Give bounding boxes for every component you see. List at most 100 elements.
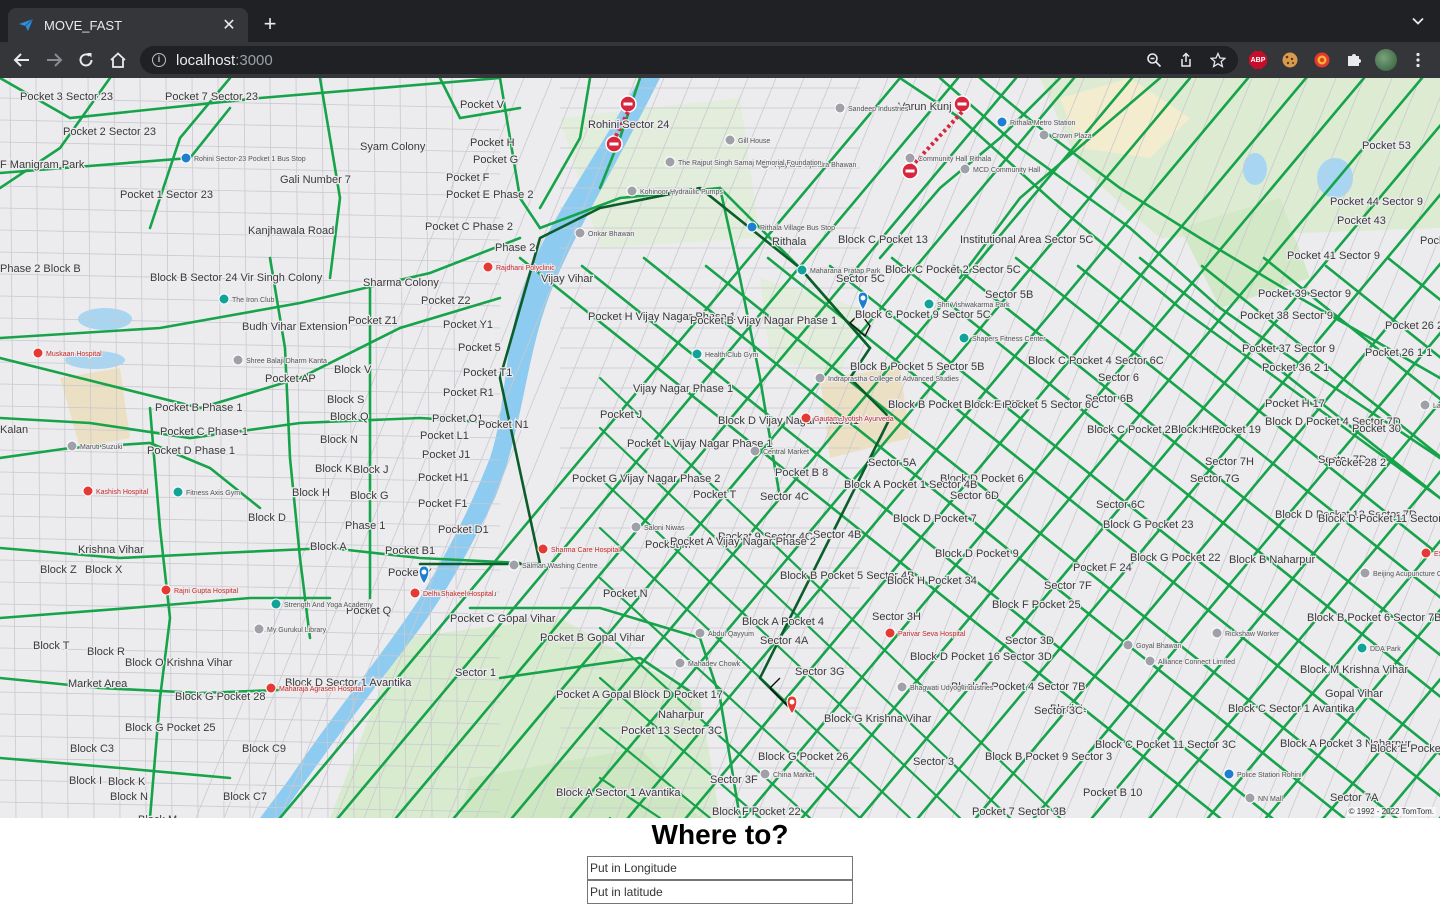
poi-marker[interactable]: Goyal Bhawan	[1122, 639, 1183, 651]
address-bar[interactable]: i localhost:3000	[140, 46, 1238, 74]
map-place-label: Phase 2 Block B	[0, 263, 81, 275]
poi-marker[interactable]: DDA Park	[1356, 642, 1402, 654]
poi-marker[interactable]: Gill House	[724, 134, 771, 146]
poi-marker[interactable]: Rithala Village Bus Stop	[746, 221, 836, 233]
poi-label: Muskaan Hospital	[46, 351, 102, 358]
back-button[interactable]	[10, 48, 34, 72]
poi-marker[interactable]: Rohini Sector-23 Pocket 1 Bus Stop	[180, 152, 307, 164]
map-place-label: Sector 3H	[872, 611, 921, 623]
origin-pin-icon[interactable]	[418, 565, 430, 585]
poi-marker[interactable]: NN Mall	[1244, 792, 1284, 804]
browser-tabstrip: MOVE_FAST ✕ +	[0, 0, 1440, 42]
poi-marker[interactable]: Abdul Qayyum	[694, 627, 755, 639]
poi-marker[interactable]: My Gurukul Library	[253, 623, 328, 635]
map-place-label: Pocket 46 S	[1420, 235, 1440, 247]
browser-tab[interactable]: MOVE_FAST ✕	[8, 8, 248, 42]
map-place-label: Gopal Vihar	[1325, 688, 1383, 700]
poi-marker[interactable]: Muskaan Hospital	[32, 347, 103, 359]
map-place-label: Block B Naharpur	[1229, 554, 1316, 566]
map-place-label: Block G	[350, 490, 389, 502]
origin-pin-icon[interactable]	[857, 291, 869, 311]
poi-marker[interactable]: Health Club Gym	[691, 348, 759, 360]
map-place-label: Block G Pocket 22	[1130, 552, 1221, 564]
new-tab-button[interactable]: +	[258, 12, 282, 36]
poi-label: Kashish Hospital	[96, 489, 149, 496]
map-place-label: Pocket 7 Sector 3B	[972, 806, 1066, 818]
poi-label: The Iron Club	[232, 297, 275, 304]
poi-marker[interactable]: Alliance Connect Limited	[1144, 655, 1236, 667]
map-place-label: Sector 4C	[760, 491, 809, 503]
map-place-label: Block C9	[242, 743, 286, 755]
tab-search-icon[interactable]	[1410, 14, 1426, 30]
puzzle-extensions-icon[interactable]	[1342, 48, 1366, 72]
map-place-label: Sector 5B	[985, 289, 1033, 301]
zoom-icon[interactable]	[1144, 50, 1164, 70]
kebab-menu-icon[interactable]	[1406, 48, 1430, 72]
poi-label: MCD Community Hall	[973, 167, 1041, 174]
poi-marker[interactable]: Rickshaw Worker	[1211, 627, 1281, 639]
map-place-label: Block C Pocket 9 Sector 5C	[855, 309, 991, 321]
poi-marker[interactable]: Kashish Hospital	[82, 485, 150, 497]
map-place-label: Block D	[248, 512, 286, 524]
poi-marker[interactable]: Parivar Seva Hospital	[884, 627, 967, 639]
home-button[interactable]	[106, 48, 130, 72]
map-place-label: Pocket 2 Sector 23	[63, 126, 156, 138]
poi-marker[interactable]: The Iron Club	[218, 293, 276, 305]
poi-label: Shri Vishwakarma Park	[937, 302, 1010, 309]
map-place-label: Vijay Nagar Phase 1	[633, 383, 733, 395]
poi-label: Shree Balaji Dharm Kanta	[246, 358, 327, 365]
poi-marker[interactable]: China Market	[759, 768, 816, 780]
map-place-label: Block D Pocket 7	[893, 513, 977, 525]
bookmark-star-icon[interactable]	[1208, 50, 1228, 70]
close-tab-icon[interactable]: ✕	[220, 16, 238, 34]
poi-marker[interactable]: Sharma Care Hospital	[537, 543, 621, 555]
poi-label: Saloni Niwas	[644, 525, 685, 532]
browser-toolbar: i localhost:3000 ABP	[0, 42, 1440, 78]
map-place-label: Block F Pocket 22	[712, 806, 801, 818]
latitude-input[interactable]	[587, 880, 853, 904]
poi-label: Health Club Gym	[705, 352, 758, 359]
profile-avatar[interactable]	[1374, 48, 1398, 72]
url-host: localhost	[176, 51, 236, 69]
poi-marker[interactable]: Strength And Yoga Academy	[270, 598, 374, 610]
map-place-label: Pocket AP	[265, 373, 316, 385]
map-place-label: Block K	[108, 776, 146, 788]
poi-marker[interactable]: Central Market	[749, 445, 810, 457]
poi-marker[interactable]: Lal Chowk	[1419, 399, 1440, 411]
map-copyright: © 1992 - 2022 TomTom.	[1346, 807, 1436, 816]
reload-icon	[79, 53, 93, 67]
poi-marker[interactable]: Shree Balaji Dharm Kanta	[232, 354, 328, 366]
poi-marker[interactable]: Delhi Shakeel Hospital	[409, 587, 495, 599]
reload-button[interactable]	[74, 48, 98, 72]
map-place-label: Block H	[292, 487, 330, 499]
map-place-label: Block C Sector 1 Avantika	[1228, 703, 1355, 715]
map-place-label: Pocket G	[473, 154, 518, 166]
map-place-label: Sector 4A	[760, 635, 809, 647]
map-place-label: Sector 4B	[813, 529, 861, 541]
share-icon[interactable]	[1176, 50, 1196, 70]
map-canvas[interactable]: Pocket 3 Sector 23 Pocket 7 Sector 23 Pock…	[0, 78, 1440, 818]
poi-marker[interactable]: Maharana Pratap Park	[796, 264, 882, 276]
poi-marker[interactable]: Police Station Rohini	[1223, 768, 1303, 780]
map-place-label: Pocket J	[600, 409, 642, 421]
map-place-label: Pocket B1	[385, 545, 435, 557]
colorful-extension-icon[interactable]	[1310, 48, 1334, 72]
map-place-label: Block H Pocket 19	[1171, 424, 1261, 436]
map-place-label: F Manigram Park	[0, 159, 85, 171]
map-place-label: Pocket 5	[458, 342, 501, 354]
poi-marker[interactable]: Fitness Axis Gym	[172, 486, 241, 498]
longitude-input[interactable]	[587, 856, 853, 880]
map-place-label: Gali Number 7	[280, 174, 351, 186]
cookie-icon[interactable]	[1278, 48, 1302, 72]
adblock-plus-icon[interactable]: ABP	[1246, 48, 1270, 72]
map-view[interactable]: Pocket 3 Sector 23 Pocket 7 Sector 23 Pock…	[0, 78, 1440, 818]
map-place-label: Block C Pocket 4 Sector 6C	[1028, 355, 1164, 367]
site-info-icon[interactable]: i	[152, 53, 166, 67]
forward-button[interactable]	[42, 48, 66, 72]
poi-marker[interactable]: Saloni Niwas	[630, 521, 686, 533]
map-place-label: Block C7	[223, 791, 267, 803]
poi-marker[interactable]: Beijing Acupuncture Center	[1359, 567, 1440, 579]
map-place-label: Pocket H1	[418, 472, 469, 484]
map-place-label: Block N	[110, 791, 148, 803]
map-place-label: Sector 3	[913, 756, 954, 768]
